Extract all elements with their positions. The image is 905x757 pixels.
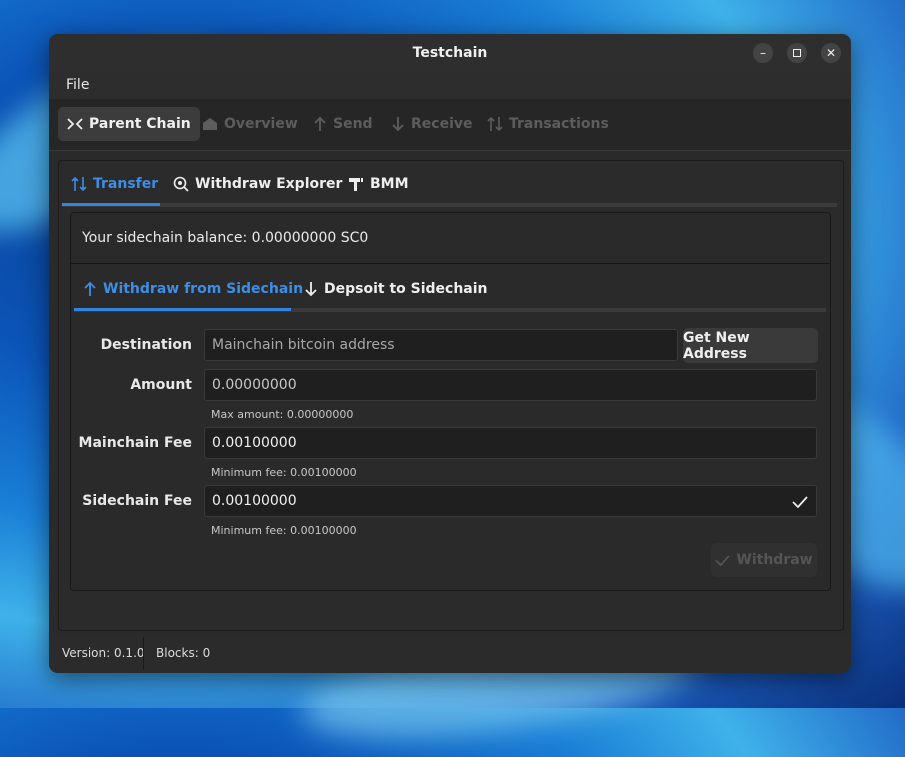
check-icon	[715, 554, 731, 566]
toolbar-label: Parent Chain	[89, 116, 191, 132]
app-window: Testchain – ✕ File Parent Chain Overview…	[49, 34, 851, 673]
maximize-button[interactable]	[787, 43, 807, 63]
destination-placeholder: Mainchain bitcoin address	[212, 337, 395, 353]
hammer-icon	[349, 178, 363, 191]
sidechain-fee-input[interactable]: 0.00100000	[204, 485, 817, 517]
transfer-subtabs: Withdraw from Sidechain Depsoit to Sidec…	[74, 270, 826, 312]
destination-label: Destination	[100, 337, 192, 353]
main-panel: Transfer Withdraw Explorer BMM Your side…	[58, 160, 844, 631]
window-title: Testchain	[412, 45, 488, 61]
subtab-label: Withdraw from Sidechain	[103, 281, 304, 297]
tab-underline	[62, 203, 160, 206]
sidechain-fee-hint: Minimum fee: 0.00100000	[211, 524, 357, 537]
mainchain-fee-input[interactable]: 0.00100000	[204, 427, 817, 459]
sidechain-fee-value: 0.00100000	[212, 493, 297, 509]
status-divider	[143, 637, 144, 670]
toolbar-label: Transactions	[509, 116, 609, 132]
arrow-down-icon	[392, 117, 404, 132]
tab-withdraw-explorer[interactable]: Withdraw Explorer	[173, 165, 342, 203]
get-new-address-label: Get New Address	[683, 329, 750, 362]
title-bar[interactable]: Testchain – ✕	[49, 34, 851, 73]
sidechain-fee-label: Sidechain Fee	[82, 493, 192, 509]
blocks-text: Blocks: 0	[156, 646, 211, 660]
version-text: Version: 0.1.0	[62, 646, 145, 660]
tab-withdraw-from-sidechain[interactable]: Withdraw from Sidechain	[83, 270, 303, 308]
toolbar-transactions[interactable]: Transactions	[487, 107, 609, 141]
toolbar-parent-chain[interactable]: Parent Chain	[58, 107, 200, 141]
get-new-address-button[interactable]: Get New Address	[683, 328, 818, 363]
toolbar-label: Send	[333, 116, 373, 132]
withdraw-label: Withdraw	[736, 552, 813, 568]
toolbar-label: Receive	[411, 116, 473, 132]
close-icon: ✕	[825, 46, 837, 60]
toolbar-overview[interactable]: Overview	[202, 107, 298, 141]
status-bar: Version: 0.1.0 Blocks: 0	[49, 634, 851, 673]
tab-label: Transfer	[93, 176, 159, 192]
check-icon	[792, 496, 808, 509]
toolbar-send[interactable]: Send	[313, 107, 373, 141]
arrow-up-icon	[84, 281, 96, 296]
arrow-up-icon	[314, 116, 326, 131]
parent-chain-icon	[67, 118, 83, 130]
toolbar-label: Overview	[224, 116, 298, 132]
tab-deposit-to-sidechain[interactable]: Depsoit to Sidechain	[304, 270, 488, 308]
amount-label: Amount	[130, 377, 192, 393]
tab-bmm[interactable]: BMM	[348, 165, 409, 203]
toolbar-receive[interactable]: Receive	[391, 107, 473, 141]
tab-transfer[interactable]: Transfer	[71, 165, 158, 203]
wallet-icon	[203, 118, 217, 130]
menu-file[interactable]: File	[66, 77, 89, 93]
main-tabs: Transfer Withdraw Explorer BMM	[62, 165, 837, 207]
balance-text: Your sidechain balance: 0.00000000 SC0	[82, 230, 369, 246]
transfer-panel: Your sidechain balance: 0.00000000 SC0 W…	[70, 212, 831, 591]
destination-input[interactable]: Mainchain bitcoin address	[204, 329, 678, 361]
menu-bar: File	[49, 72, 851, 99]
subtab-underline	[74, 308, 291, 311]
mainchain-fee-label: Mainchain Fee	[78, 435, 192, 451]
amount-value: 0.00000000	[212, 377, 297, 393]
tab-label: Withdraw Explorer	[195, 176, 343, 192]
toolbar: Parent Chain Overview Send Receive Trans…	[49, 99, 851, 151]
minimize-button[interactable]: –	[753, 43, 773, 63]
close-button[interactable]: ✕	[821, 43, 841, 63]
maximize-icon	[793, 49, 801, 57]
tab-label: BMM	[370, 176, 409, 192]
mainchain-fee-value: 0.00100000	[212, 435, 297, 451]
balance-row: Your sidechain balance: 0.00000000 SC0	[71, 213, 830, 264]
search-icon	[173, 176, 189, 192]
mainchain-fee-hint: Minimum fee: 0.00100000	[211, 466, 357, 479]
amount-hint: Max amount: 0.00000000	[211, 408, 354, 421]
withdraw-button[interactable]: Withdraw	[711, 543, 817, 577]
arrow-down-icon	[305, 282, 317, 297]
transfer-icon	[71, 176, 87, 192]
subtab-label: Depsoit to Sidechain	[324, 281, 488, 297]
arrows-updown-icon	[487, 116, 503, 132]
amount-input[interactable]: 0.00000000	[204, 369, 817, 401]
minimize-icon: –	[760, 46, 766, 60]
